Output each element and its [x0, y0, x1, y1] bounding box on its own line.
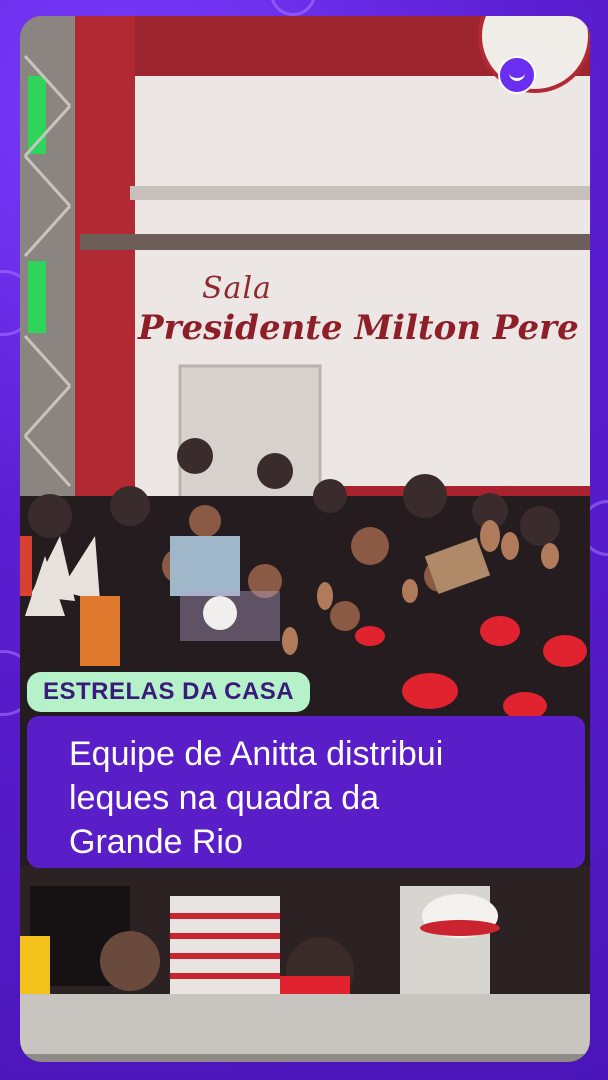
wall-sign-name: Presidente Milton Pere — [138, 308, 579, 348]
smile-logo-icon[interactable] — [498, 56, 536, 94]
headline-line: Equipe de Anitta distribui — [69, 735, 444, 773]
category-tag: ESTRELAS DA CASA — [27, 672, 311, 712]
video-frame[interactable]: Sala Presidente Milton Pere — [20, 16, 590, 1062]
wall-sign-sala: Sala — [202, 271, 272, 306]
headline-line: Grande Rio — [69, 823, 243, 861]
headline-box: Equipe de Anitta distribui leques na qua… — [27, 716, 585, 868]
smile-glyph — [509, 68, 525, 81]
decorative-ring — [270, 0, 316, 16]
crowd-scene — [20, 16, 590, 1062]
headline-line: leques na quadra da — [69, 779, 380, 817]
